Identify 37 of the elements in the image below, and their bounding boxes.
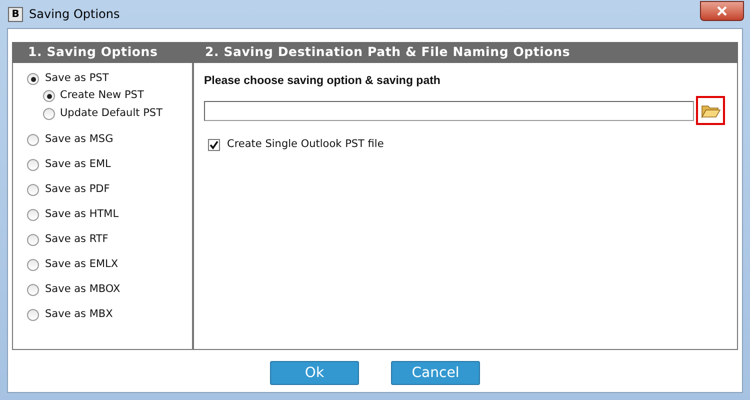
checkbox[interactable] — [208, 139, 220, 152]
folder-icon — [700, 104, 720, 118]
dialog-button[interactable]: Cancel — [391, 361, 480, 385]
radio-button[interactable] — [27, 234, 39, 246]
option-label: Save as RTF — [45, 232, 108, 248]
option-label: Save as HTML — [45, 207, 119, 222]
radio-button[interactable] — [27, 159, 39, 171]
checkbox-label: Create Single Outlook PST file — [227, 137, 384, 152]
option-label: Save as EML — [45, 157, 111, 172]
panel-heading: 2. Saving Destination Path & File Naming Options — [204, 43, 570, 62]
radio-button[interactable] — [27, 73, 39, 85]
check-icon — [209, 140, 219, 150]
option-label: Save as MBX — [45, 307, 113, 322]
close-button[interactable] — [700, 1, 744, 21]
close-icon — [717, 6, 727, 16]
option-label: Save as PST — [45, 71, 109, 86]
radio-button[interactable] — [27, 134, 39, 146]
prompt-text: Please choose saving option & saving path — [204, 74, 442, 89]
option-label: Update Default PST — [60, 106, 162, 122]
radio-button[interactable] — [27, 309, 39, 321]
browse-button[interactable] — [696, 96, 725, 126]
radio-button[interactable] — [27, 184, 39, 196]
radio-button[interactable] — [43, 108, 55, 120]
radio-button[interactable] — [27, 284, 39, 296]
option-label: Create New PST — [60, 88, 144, 104]
radio-button[interactable] — [27, 209, 39, 221]
option-label: Save as PDF — [45, 182, 110, 198]
path-field[interactable] — [204, 100, 694, 121]
option-label: Save as EMLX — [45, 257, 118, 272]
window-title: Saving Options — [29, 6, 120, 23]
panel-heading: 1. Saving Options — [27, 43, 159, 62]
option-label: Save as MBOX — [45, 282, 120, 298]
radio-button[interactable] — [43, 90, 55, 102]
app-logo: B — [8, 6, 23, 22]
dialog-button[interactable]: Ok — [270, 361, 359, 385]
radio-button[interactable] — [27, 259, 39, 271]
option-label: Save as MSG — [45, 132, 114, 148]
